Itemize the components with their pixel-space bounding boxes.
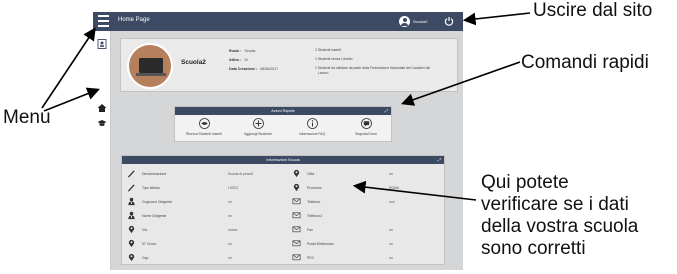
- annotation-arrows: [41, 12, 531, 201]
- arrow-verify: [352, 180, 477, 201]
- arrow-menu-top: [41, 27, 96, 109]
- arrow-quick-commands: [400, 61, 521, 106]
- arrow-logout: [462, 12, 531, 26]
